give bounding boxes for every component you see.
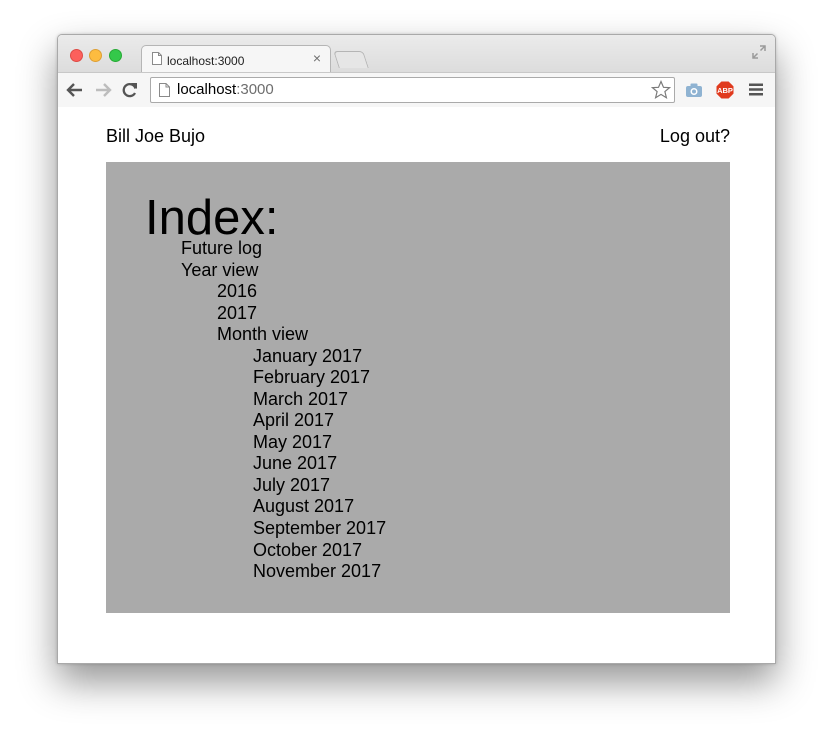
- month-link-may[interactable]: May 2017: [253, 432, 332, 453]
- year-view-link[interactable]: Year view: [181, 260, 258, 281]
- logout-link[interactable]: Log out?: [660, 126, 730, 147]
- index-panel: Index: Future log Year view 2016 2017 Mo…: [106, 162, 730, 613]
- tab-title: localhost:3000: [167, 54, 245, 68]
- maximize-window-button[interactable]: [109, 49, 122, 62]
- tab-close-icon[interactable]: ×: [313, 51, 321, 65]
- month-link-july[interactable]: July 2017: [253, 475, 330, 496]
- month-link-november[interactable]: November 2017: [253, 561, 381, 582]
- browser-toolbar: localhost:3000 ABP: [58, 72, 775, 108]
- back-arrow-icon[interactable]: [66, 81, 84, 99]
- browser-window: localhost:3000 × localhost:3000 ABP Bill…: [57, 34, 776, 664]
- month-link-april[interactable]: April 2017: [253, 410, 334, 431]
- user-name: Bill Joe Bujo: [106, 126, 206, 146]
- close-window-button[interactable]: [70, 49, 83, 62]
- abp-icon[interactable]: ABP: [716, 81, 734, 99]
- month-link-january[interactable]: January 2017: [253, 346, 362, 367]
- month-link-june[interactable]: June 2017: [253, 453, 337, 474]
- minimize-window-button[interactable]: [89, 49, 102, 62]
- page-icon: [159, 83, 170, 97]
- title-bar: localhost:3000 ×: [58, 35, 775, 74]
- url-port: :3000: [236, 81, 274, 98]
- fullscreen-icon[interactable]: [752, 45, 766, 59]
- month-link-march[interactable]: March 2017: [253, 389, 348, 410]
- url-host: localhost: [177, 81, 237, 98]
- year-2017-link[interactable]: 2017: [217, 303, 257, 324]
- month-link-september[interactable]: September 2017: [253, 518, 386, 539]
- month-link-october[interactable]: October 2017: [253, 540, 362, 561]
- page-icon: [152, 52, 162, 65]
- year-2016-link[interactable]: 2016: [217, 281, 257, 302]
- month-view-link[interactable]: Month view: [217, 324, 308, 345]
- url-text: localhost:3000: [177, 81, 274, 98]
- star-icon[interactable]: [651, 80, 671, 100]
- camera-icon[interactable]: [685, 81, 703, 99]
- reload-icon[interactable]: [121, 81, 139, 99]
- address-bar[interactable]: localhost:3000: [150, 77, 675, 103]
- svg-text:ABP: ABP: [717, 86, 733, 95]
- page-content: Bill Joe Bujo Log out? Index: Future log…: [58, 107, 775, 663]
- hamburger-menu-icon[interactable]: [749, 83, 763, 96]
- month-link-february[interactable]: February 2017: [253, 367, 370, 388]
- browser-tab[interactable]: localhost:3000 ×: [141, 45, 331, 74]
- month-link-august[interactable]: August 2017: [253, 496, 354, 517]
- future-log-link[interactable]: Future log: [181, 238, 262, 259]
- forward-arrow-icon[interactable]: [94, 81, 112, 99]
- new-tab-button[interactable]: [333, 51, 369, 68]
